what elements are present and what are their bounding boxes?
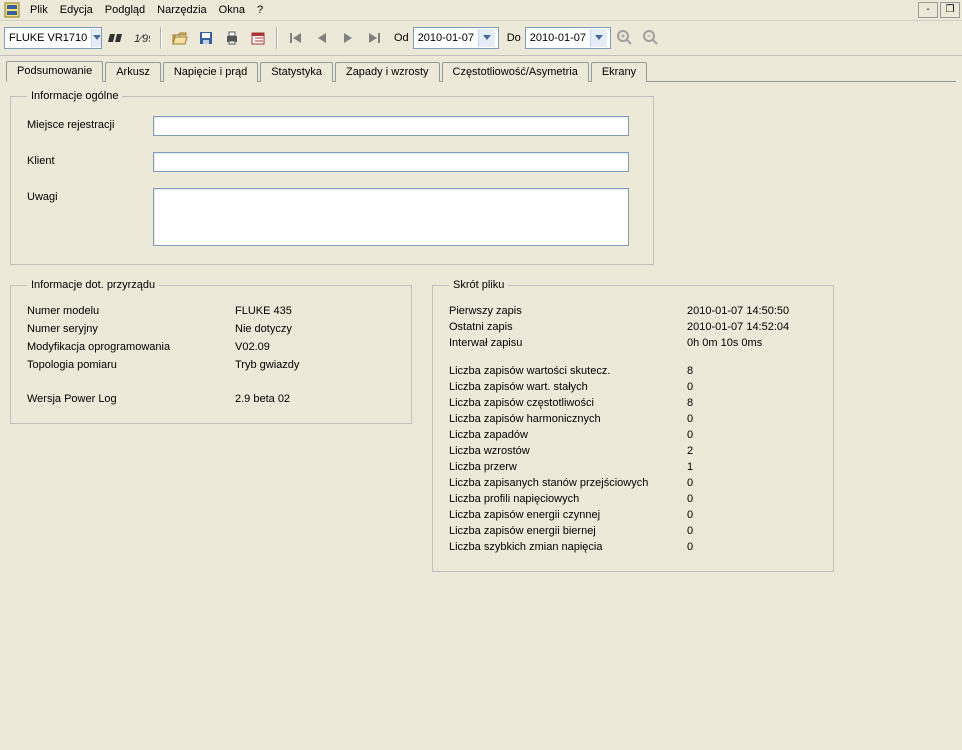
- menu-file[interactable]: Plik: [24, 2, 54, 18]
- menu-bar: Plik Edycja Podgląd Narzędzia Okna ? ‐ ❐: [0, 0, 962, 21]
- tab-screens[interactable]: Ekrany: [591, 62, 647, 82]
- info-value: 1: [687, 461, 817, 473]
- notes-textarea[interactable]: [153, 188, 629, 246]
- content: Informacje ogólne Miejsce rejestracji Kl…: [0, 82, 962, 594]
- info-label: Ostatni zapis: [449, 321, 679, 333]
- tab-sheet[interactable]: Arkusz: [105, 62, 161, 82]
- info-value: 0: [687, 381, 817, 393]
- first-icon[interactable]: [284, 26, 308, 50]
- info-value: 0h 0m 10s 0ms: [687, 337, 817, 349]
- info-value: 0: [687, 525, 817, 537]
- general-info-group: Informacje ogólne Miejsce rejestracji Kl…: [10, 90, 654, 265]
- to-date-value: 2010-01-07: [526, 32, 590, 44]
- info-label: Liczba zapisów energii biernej: [449, 525, 679, 537]
- menu-help[interactable]: ?: [251, 2, 269, 18]
- chevron-down-icon: [590, 29, 607, 47]
- client-input[interactable]: [153, 152, 629, 172]
- info-label: Liczba zapisów wart. stałych: [449, 381, 679, 393]
- info-value: 8: [687, 397, 817, 409]
- minimize-button[interactable]: ‐: [918, 2, 938, 18]
- app-icon: [4, 2, 20, 18]
- info-label: Numer modelu: [27, 305, 227, 317]
- from-date-combo[interactable]: 2010-01-07: [413, 27, 499, 49]
- info-label: Liczba przerw: [449, 461, 679, 473]
- menu-view[interactable]: Podgląd: [99, 2, 151, 18]
- open-icon[interactable]: [168, 26, 192, 50]
- place-input[interactable]: [153, 116, 629, 136]
- info-label: Liczba zapadów: [449, 429, 679, 441]
- menu-tools[interactable]: Narzędzia: [151, 2, 213, 18]
- info-label: Wersja Power Log: [27, 393, 227, 405]
- restore-button[interactable]: ❐: [940, 2, 960, 18]
- info-label: Liczba zapisanych stanów przejściowych: [449, 477, 679, 489]
- info-label: Liczba zapisów harmonicznych: [449, 413, 679, 425]
- info-value: 0: [687, 493, 817, 505]
- device-combo[interactable]: FLUKE VR1710: [4, 27, 102, 49]
- info-label: Pierwszy zapis: [449, 305, 679, 317]
- info-value: FLUKE 435: [235, 305, 395, 317]
- toolbar: FLUKE VR1710 1⁄99 Od 2010-01-07 Do: [0, 21, 962, 56]
- info-value: 0: [687, 541, 817, 553]
- info-label: Topologia pomiaru: [27, 359, 227, 371]
- info-value: 2010-01-07 14:50:50: [687, 305, 817, 317]
- info-value: 2010-01-07 14:52:04: [687, 321, 817, 333]
- prev-icon[interactable]: [310, 26, 334, 50]
- tab-bar: Podsumowanie Arkusz Napięcie i prąd Stat…: [0, 56, 962, 81]
- info-label: Interwał zapisu: [449, 337, 679, 349]
- info-value: V02.09: [235, 341, 395, 353]
- info-label: Liczba zapisów energii czynnej: [449, 509, 679, 521]
- svg-text:1⁄99: 1⁄99: [134, 33, 150, 45]
- info-value: 0: [687, 429, 817, 441]
- info-value: Nie dotyczy: [235, 323, 395, 335]
- next-icon[interactable]: [336, 26, 360, 50]
- save-icon[interactable]: [194, 26, 218, 50]
- notes-label: Uwagi: [27, 188, 153, 203]
- info-label: Modyfikacja oprogramowania: [27, 341, 227, 353]
- info-label: Liczba zapisów częstotliwości: [449, 397, 679, 409]
- info-value: 8: [687, 365, 817, 377]
- calendar-icon[interactable]: [246, 26, 270, 50]
- from-label: Od: [388, 32, 411, 44]
- chevron-down-icon: [91, 29, 101, 47]
- chevron-down-icon: [478, 29, 495, 47]
- info-label: Liczba profili napięciowych: [449, 493, 679, 505]
- file-shortcut-group: Skrót pliku Pierwszy zapis 2010-01-07 14…: [432, 279, 834, 572]
- tab-summary[interactable]: Podsumowanie: [6, 61, 103, 82]
- info-label: Numer seryjny: [27, 323, 227, 335]
- info-label: Liczba szybkich zmian napięcia: [449, 541, 679, 553]
- info-value: 2: [687, 445, 817, 457]
- instrument-info-group: Informacje dot. przyrządu Numer modelu F…: [10, 279, 412, 424]
- zoom-out-icon[interactable]: [639, 26, 663, 50]
- zoom-in-icon[interactable]: [613, 26, 637, 50]
- general-legend: Informacje ogólne: [27, 90, 122, 102]
- tab-voltage-current[interactable]: Napięcie i prąd: [163, 62, 258, 82]
- last-icon[interactable]: [362, 26, 386, 50]
- info-value: 2.9 beta 02: [235, 393, 395, 405]
- info-value: 0: [687, 509, 817, 521]
- download-icon[interactable]: 1⁄99: [130, 26, 154, 50]
- info-value: 0: [687, 477, 817, 489]
- shortcut-legend: Skrót pliku: [449, 279, 508, 291]
- device-combo-value: FLUKE VR1710: [5, 32, 91, 44]
- place-label: Miejsce rejestracji: [27, 116, 153, 131]
- from-date-value: 2010-01-07: [414, 32, 478, 44]
- client-label: Klient: [27, 152, 153, 167]
- info-label: Liczba wzrostów: [449, 445, 679, 457]
- to-date-combo[interactable]: 2010-01-07: [525, 27, 611, 49]
- tab-dips-swells[interactable]: Zapady i wzrosty: [335, 62, 440, 82]
- info-label: Liczba zapisów wartości skutecz.: [449, 365, 679, 377]
- print-icon[interactable]: [220, 26, 244, 50]
- tab-frequency[interactable]: Częstotliowość/Asymetria: [442, 62, 589, 82]
- menu-windows[interactable]: Okna: [213, 2, 251, 18]
- connect-icon[interactable]: [104, 26, 128, 50]
- info-value: 0: [687, 413, 817, 425]
- instrument-legend: Informacje dot. przyrządu: [27, 279, 159, 291]
- info-value: Tryb gwiazdy: [235, 359, 395, 371]
- to-label: Do: [501, 32, 523, 44]
- tab-statistics[interactable]: Statystyka: [260, 62, 333, 82]
- menu-edit[interactable]: Edycja: [54, 2, 99, 18]
